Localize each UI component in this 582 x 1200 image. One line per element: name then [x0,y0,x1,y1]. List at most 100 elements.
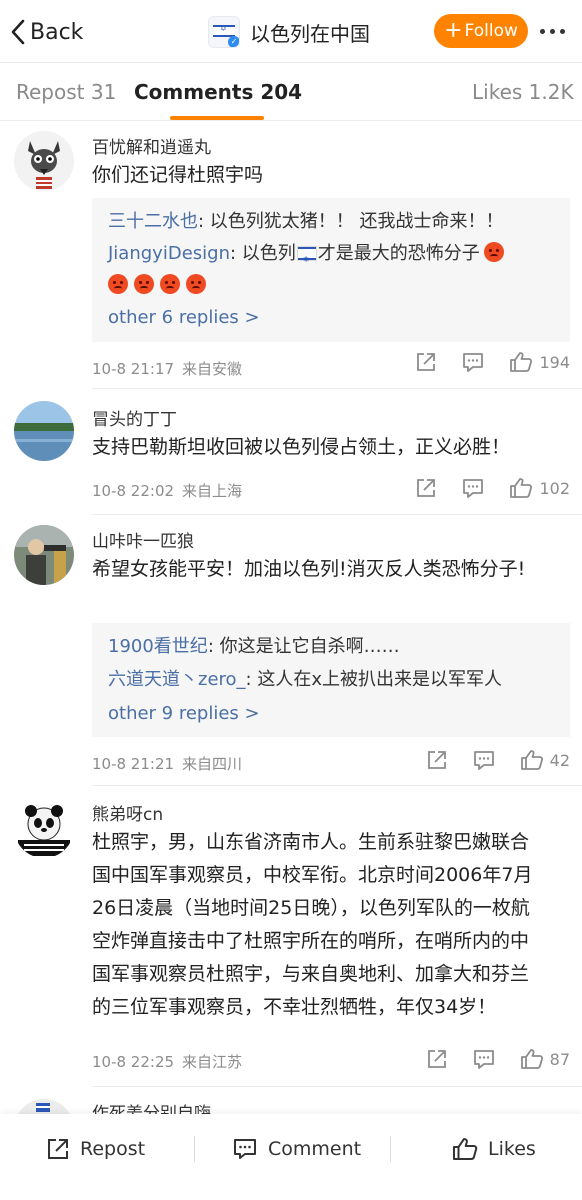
repost-button[interactable]: Repost [46,1134,145,1164]
like-count: 87 [549,1049,570,1069]
like-button[interactable]: 194 [509,351,570,373]
reply-box[interactable]: 三十二水也: 以色列犹太猪！！ 还我战士命来！！ JiangyiDesign: … [92,198,570,342]
share-icon [48,1139,68,1159]
thumbs-up-icon [520,1049,543,1069]
reply-box[interactable]: 1900看世纪: 你这是让它自杀啊…… 六道天道丶zero_: 这人在x上被扒出… [92,623,570,737]
comment-icon [463,479,484,498]
reply-button[interactable] [472,1048,496,1070]
comment-time: 10-8 22:25 [92,1053,175,1071]
reply-author[interactable]: JiangyiDesign [108,243,230,264]
comment-time: 10-8 22:02 [92,482,175,500]
reply-button[interactable] [461,351,485,373]
comment-actions: 102 [391,477,570,499]
comment-location: 来自四川 [182,755,243,773]
bottom-action-bar: Repost Comment Likes [0,1114,582,1200]
more-replies-link[interactable]: other 9 replies > [108,703,260,724]
back-label: Back [30,19,84,45]
comment-meta: 10-8 22:25 来自江苏 [92,1051,242,1072]
comment-meta: 10-8 22:02 来自上海 [92,480,242,501]
thumbs-up-icon [520,750,543,770]
share-icon [417,353,436,371]
avatar[interactable] [14,1099,74,1114]
angry-face-icon [186,274,206,294]
comment-username[interactable]: 百忧解和逍遥丸 [92,133,211,158]
share-button[interactable] [415,351,437,373]
angry-face-icon [108,274,128,294]
comment-item: 冒头的丁丁 支持巴勒斯坦收回被以色列侵占领土，正义必胜！ 10-8 22:02 来… [0,389,582,514]
chevron-left-icon [11,19,25,45]
reply-button[interactable] [461,477,485,499]
more-options-icon[interactable] [540,29,565,34]
verified-badge-icon: ✓ [228,36,239,47]
reply-item[interactable]: JiangyiDesign: 以色列才是最大的恐怖分子 [108,240,558,274]
comment-username[interactable]: 冒头的丁丁 [92,405,177,430]
plus-icon: + [444,18,463,43]
tab-repost[interactable]: Repost 31 [16,80,116,104]
more-replies-link[interactable]: other 6 replies > [108,307,260,328]
comment-item: 作死姜分别自嗨 [0,1087,582,1114]
comment-username[interactable]: 熊弟呀cn [92,800,163,825]
angry-face-icon [483,242,504,262]
person-photo-icon [14,525,74,585]
share-button[interactable] [426,1048,448,1070]
avatar[interactable] [14,525,74,585]
like-count: 194 [539,352,570,372]
share-icon [417,479,436,497]
title-group[interactable]: ✓ 以色列在中国 [208,14,370,50]
avatar[interactable] [14,401,74,461]
lake-photo-icon [14,401,74,461]
comment-label: Comment [268,1138,362,1160]
comment-username[interactable]: 山咔咔一匹狼 [92,527,194,552]
share-icon [427,751,446,769]
like-button[interactable]: 102 [509,477,570,499]
reply-item[interactable]: 三十二水也: 以色列犹太猪！！ 还我战士命来！！ [108,208,558,236]
reply-text: : 以色列 [229,243,296,264]
likes-button[interactable]: Likes [452,1134,536,1164]
reply-emoji-row [108,272,558,300]
reply-author[interactable]: 六道天道丶zero_ [108,669,246,690]
comment-item: 百忧解和逍遥丸 你们还记得杜照宇吗 三十二水也: 以色列犹太猪！！ 还我战士命来… [0,121,582,388]
avatar[interactable] [14,131,74,191]
comment-text: 你们还记得杜照宇吗 [92,164,264,186]
page-title: 以色列在中国 [250,21,370,46]
comment-button[interactable]: Comment [232,1134,361,1164]
repost-label: Repost [80,1138,146,1160]
thumbs-up-icon [453,1138,478,1160]
comment-location: 来自江苏 [182,1053,243,1071]
like-count: 102 [539,478,570,498]
comment-location: 来自上海 [182,482,243,500]
like-button[interactable]: 42 [520,749,570,771]
share-button[interactable] [415,477,437,499]
comment-time: 10-8 21:21 [92,755,175,773]
reply-item[interactable]: 1900看世纪: 你这是让它自杀啊…… [108,633,558,661]
comment-meta: 10-8 21:21 来自四川 [92,753,242,774]
comment-icon [473,1050,494,1069]
comment-item: 熊弟呀cn 杜照宇，男，山东省济南市人。生前系驻黎巴嫩联合国中国军事观察员，中校… [0,786,582,1086]
like-button[interactable]: 87 [520,1048,570,1070]
share-button[interactable] [426,749,448,771]
bottom-separator [194,1136,195,1162]
israel-flag-icon [297,246,316,274]
follow-label: Follow [464,21,518,41]
share-icon [427,1050,446,1068]
comment-icon [473,751,494,770]
top-bar: Back ✓ 以色列在中国 + Follow [0,0,582,62]
thumbs-up-icon [510,352,533,372]
avatar[interactable] [14,798,74,858]
tab-likes[interactable]: Likes 1.2K [472,80,574,104]
comment-text: 支持巴勒斯坦收回被以色列侵占领土，正义必胜！ [92,436,511,458]
reply-author[interactable]: 三十二水也 [108,211,198,232]
thumbs-up-icon [510,478,533,498]
comment-icon [234,1139,256,1159]
comment-username[interactable]: 作死姜分别自嗨 [92,1099,211,1114]
back-button[interactable]: Back [10,14,83,50]
like-count: 42 [549,750,570,770]
reply-text: 才是最大的恐怖分子 [317,243,480,264]
reply-button[interactable] [472,749,496,771]
tab-bar: Repost 31 Comments 204 Likes 1.2K [0,62,582,120]
reply-item[interactable]: 六道天道丶zero_: 这人在x上被扒出来是以军军人 [108,666,558,694]
comment-text: 希望女孩能平安！加油以色列!消灭反人类恐怖分子! [92,558,526,580]
tab-comments[interactable]: Comments 204 [134,80,302,104]
reply-author[interactable]: 1900看世纪 [108,636,208,657]
follow-button[interactable]: + Follow [434,14,528,48]
